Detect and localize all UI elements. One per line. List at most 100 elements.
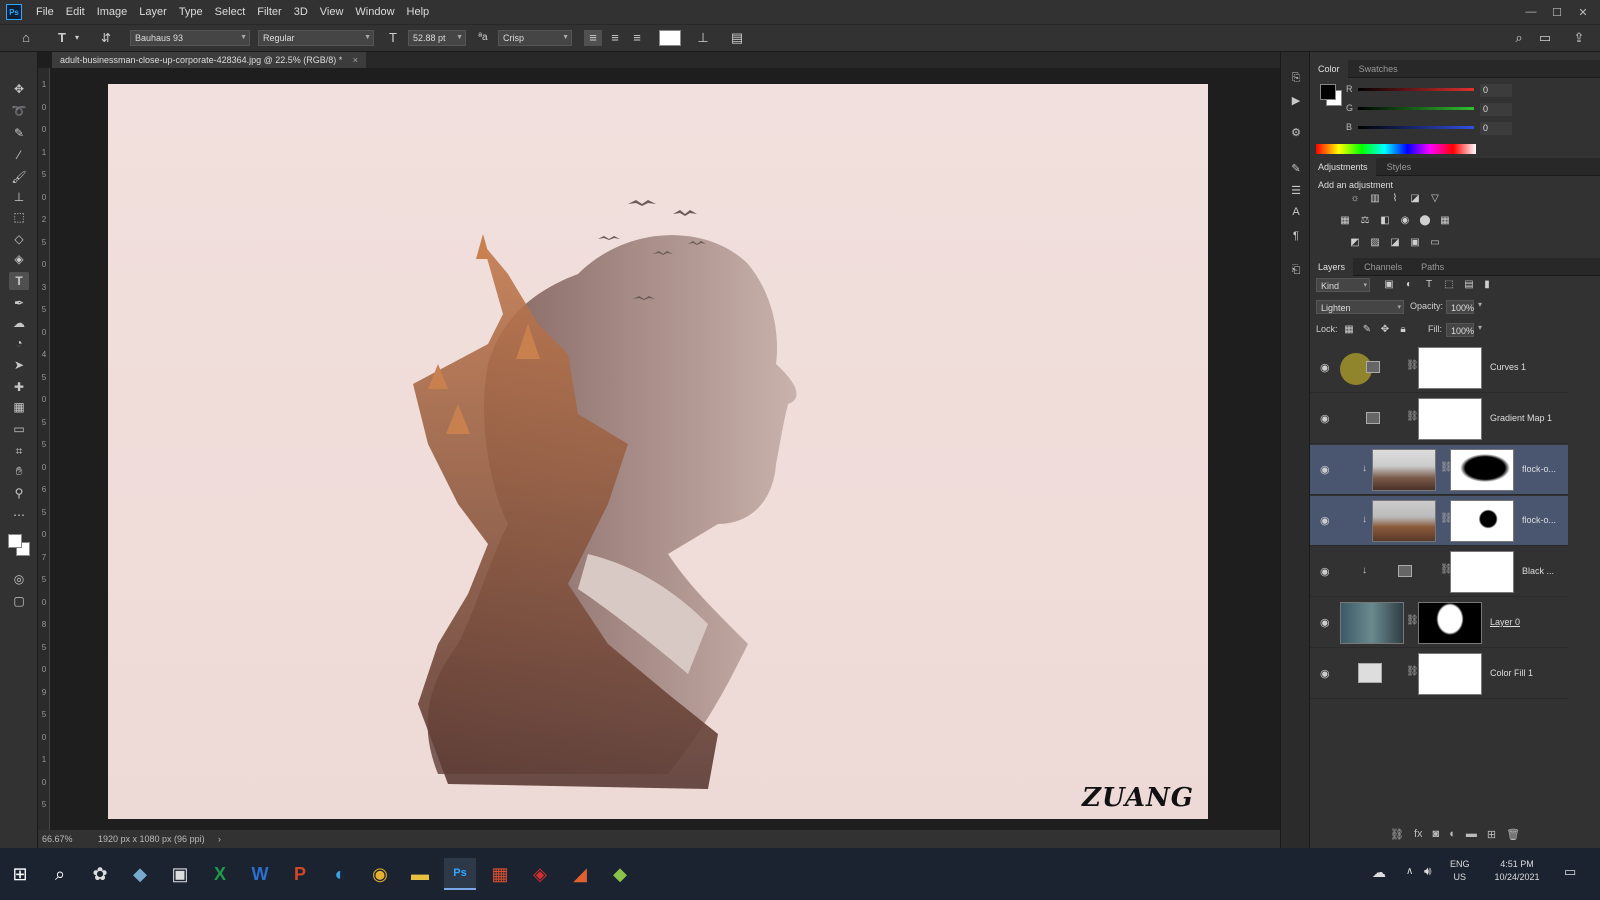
notifications-icon[interactable]: ▭ <box>1564 864 1576 880</box>
slider-track-r[interactable] <box>1358 88 1474 91</box>
smudge-tool-icon[interactable]: ☁︎ <box>9 314 29 332</box>
store-icon[interactable]: ▣ <box>164 858 196 890</box>
color-spectrum-bar[interactable] <box>1316 144 1476 154</box>
chrome-icon[interactable]: ◉ <box>364 858 396 890</box>
hue-saturation-icon[interactable]: ▦ <box>1338 214 1352 228</box>
adjust-panel-icon[interactable]: ☰ <box>1288 184 1304 200</box>
tab-channels[interactable]: Channels <box>1356 258 1410 276</box>
slider-value-b[interactable]: 0 <box>1480 122 1512 135</box>
search-icon[interactable]: ⌕ <box>1510 30 1528 46</box>
tab-styles[interactable]: Styles <box>1379 158 1420 176</box>
levels-icon[interactable]: ▥ <box>1368 192 1382 206</box>
layer-filter-kind[interactable]: Kind ▾ <box>1316 278 1370 292</box>
layer-name[interactable]: Gradient Map 1 <box>1490 413 1552 423</box>
layer-thumbnail[interactable] <box>1372 449 1436 491</box>
gradient-tool-icon[interactable]: ▦ <box>9 398 29 416</box>
visibility-eye-icon[interactable]: ◉ <box>1320 412 1330 425</box>
visibility-eye-icon[interactable]: ◉ <box>1320 616 1330 629</box>
layer-thumbnail[interactable] <box>1372 500 1436 542</box>
powerpoint-icon[interactable]: P <box>284 858 316 890</box>
hand-tool-icon[interactable]: ✋︎ <box>9 462 29 480</box>
quick-select-tool-icon[interactable]: ✎ <box>9 124 29 142</box>
slider-track-g[interactable] <box>1358 107 1474 110</box>
brightness-contrast-icon[interactable]: ☼ <box>1348 192 1362 206</box>
layer-row[interactable]: ◉ ⛓︎ Curves 1 <box>1310 343 1568 393</box>
chevron-up-icon[interactable]: ∧ <box>1406 866 1413 877</box>
invert-icon[interactable]: ◩ <box>1348 236 1362 250</box>
color-foreground-swatch[interactable] <box>1320 84 1336 100</box>
crop-tool-icon[interactable]: ⌗ <box>9 442 29 460</box>
menu-type[interactable]: Type <box>173 0 209 24</box>
anti-alias-select[interactable]: Crisp ▼ <box>498 30 572 46</box>
file-explorer-icon[interactable]: ▬ <box>404 858 436 890</box>
align-center-icon[interactable]: ≡ <box>606 30 624 46</box>
lock-all-icon[interactable]: 🔒︎ <box>1396 323 1410 337</box>
layer-mask-thumbnail[interactable] <box>1418 653 1482 695</box>
font-family-select[interactable]: Bauhaus 93 ▼ <box>130 30 250 46</box>
text-color-swatch[interactable] <box>659 30 681 46</box>
menu-layer[interactable]: Layer <box>133 0 173 24</box>
foreground-color-swatch[interactable] <box>8 534 22 548</box>
path-selection-tool-icon[interactable]: ➤ <box>9 356 29 374</box>
layer-name[interactable]: flock-o... <box>1522 515 1556 525</box>
layer-row[interactable]: ◉ ↓ ⛓︎ Black ... <box>1310 547 1568 597</box>
posterize-icon[interactable]: ▨ <box>1368 236 1382 250</box>
tab-layers[interactable]: Layers <box>1310 258 1354 276</box>
search-icon[interactable]: ⌕ <box>44 858 76 890</box>
fill-input[interactable]: 100% <box>1446 323 1474 337</box>
opacity-input[interactable]: 100% <box>1446 300 1474 314</box>
layer-style-icon[interactable]: fx <box>1414 828 1423 841</box>
slider-value-r[interactable]: 0 <box>1480 84 1512 97</box>
layer-mask-thumbnail[interactable] <box>1450 449 1514 491</box>
cloud-icon[interactable]: ☁︎ <box>1372 864 1386 881</box>
color-slider-b[interactable]: B 0 <box>1346 122 1596 136</box>
zoom-level[interactable]: 66.67% <box>42 830 73 848</box>
tab-swatches[interactable]: Swatches <box>1351 60 1406 78</box>
curves-icon[interactable]: ⌇ <box>1388 192 1402 206</box>
character-panel-icon[interactable]: ▤ <box>728 30 746 46</box>
visibility-eye-icon[interactable]: ◉ <box>1320 565 1330 578</box>
maximize-icon[interactable]: ☐ <box>1546 6 1568 19</box>
edge-icon[interactable]: ◐ <box>324 858 356 890</box>
type-tool-preset-icon[interactable]: T <box>54 30 70 46</box>
layer-mask-thumbnail[interactable] <box>1418 602 1482 644</box>
app-icon[interactable]: ◢ <box>564 858 596 890</box>
signature-text[interactable]: ZUANG <box>1082 783 1194 813</box>
brush-tool-icon[interactable]: 🖌︎ <box>9 168 29 186</box>
opacity-chevron-icon[interactable]: ▾ <box>1478 300 1482 309</box>
delete-layer-icon[interactable]: 🗑︎ <box>1506 828 1520 841</box>
tab-color[interactable]: Color <box>1310 60 1348 78</box>
layer-row[interactable]: ◉ ⛓︎ Color Fill 1 <box>1310 649 1568 699</box>
word-icon[interactable]: W <box>244 858 276 890</box>
font-style-select[interactable]: Regular ▼ <box>258 30 374 46</box>
actions-panel-icon[interactable]: ▶ <box>1288 94 1304 110</box>
menu-help[interactable]: Help <box>401 0 436 24</box>
layer-mask-thumbnail[interactable] <box>1418 398 1482 440</box>
black-white-icon[interactable]: ◧ <box>1378 214 1392 228</box>
threshold-icon[interactable]: ◪ <box>1388 236 1402 250</box>
zoom-tool-icon[interactable]: ⚲ <box>9 484 29 502</box>
menu-view[interactable]: View <box>314 0 350 24</box>
layer-mask-thumbnail[interactable] <box>1450 500 1514 542</box>
mask-link-icon[interactable]: ⛓︎ <box>1406 615 1419 626</box>
layer-name[interactable]: flock-o... <box>1522 464 1556 474</box>
volume-icon[interactable]: 🔊︎ <box>1424 864 1432 879</box>
brush-settings-icon[interactable]: ✎ <box>1288 162 1304 178</box>
photoshop-taskbar-icon[interactable]: Ps <box>444 858 476 890</box>
history-panel-icon[interactable]: ⎘ <box>1288 72 1304 88</box>
menu-3d[interactable]: 3D <box>288 0 314 24</box>
pen-tool-icon[interactable]: ✒︎ <box>9 294 29 312</box>
mask-link-icon[interactable]: ⛓︎ <box>1406 411 1419 422</box>
font-size-select[interactable]: 52.88 pt ▼ <box>408 30 466 46</box>
lock-pixels-icon[interactable]: ✎ <box>1360 323 1374 337</box>
fill-chevron-icon[interactable]: ▾ <box>1478 323 1482 332</box>
dodge-tool-icon[interactable]: ◔ <box>9 334 29 352</box>
menu-edit[interactable]: Edit <box>60 0 91 24</box>
layer-row[interactable]: ◉ ↓ ⛓︎ flock-o... <box>1310 445 1568 495</box>
filter-shape-icon[interactable]: ⬚ <box>1442 278 1456 292</box>
menu-image[interactable]: Image <box>91 0 134 24</box>
lock-transparency-icon[interactable]: ▦ <box>1342 323 1356 337</box>
workspace-icon[interactable]: ▭ <box>1536 30 1554 46</box>
status-menu-arrow-icon[interactable]: › <box>218 830 221 848</box>
menu-select[interactable]: Select <box>209 0 252 24</box>
